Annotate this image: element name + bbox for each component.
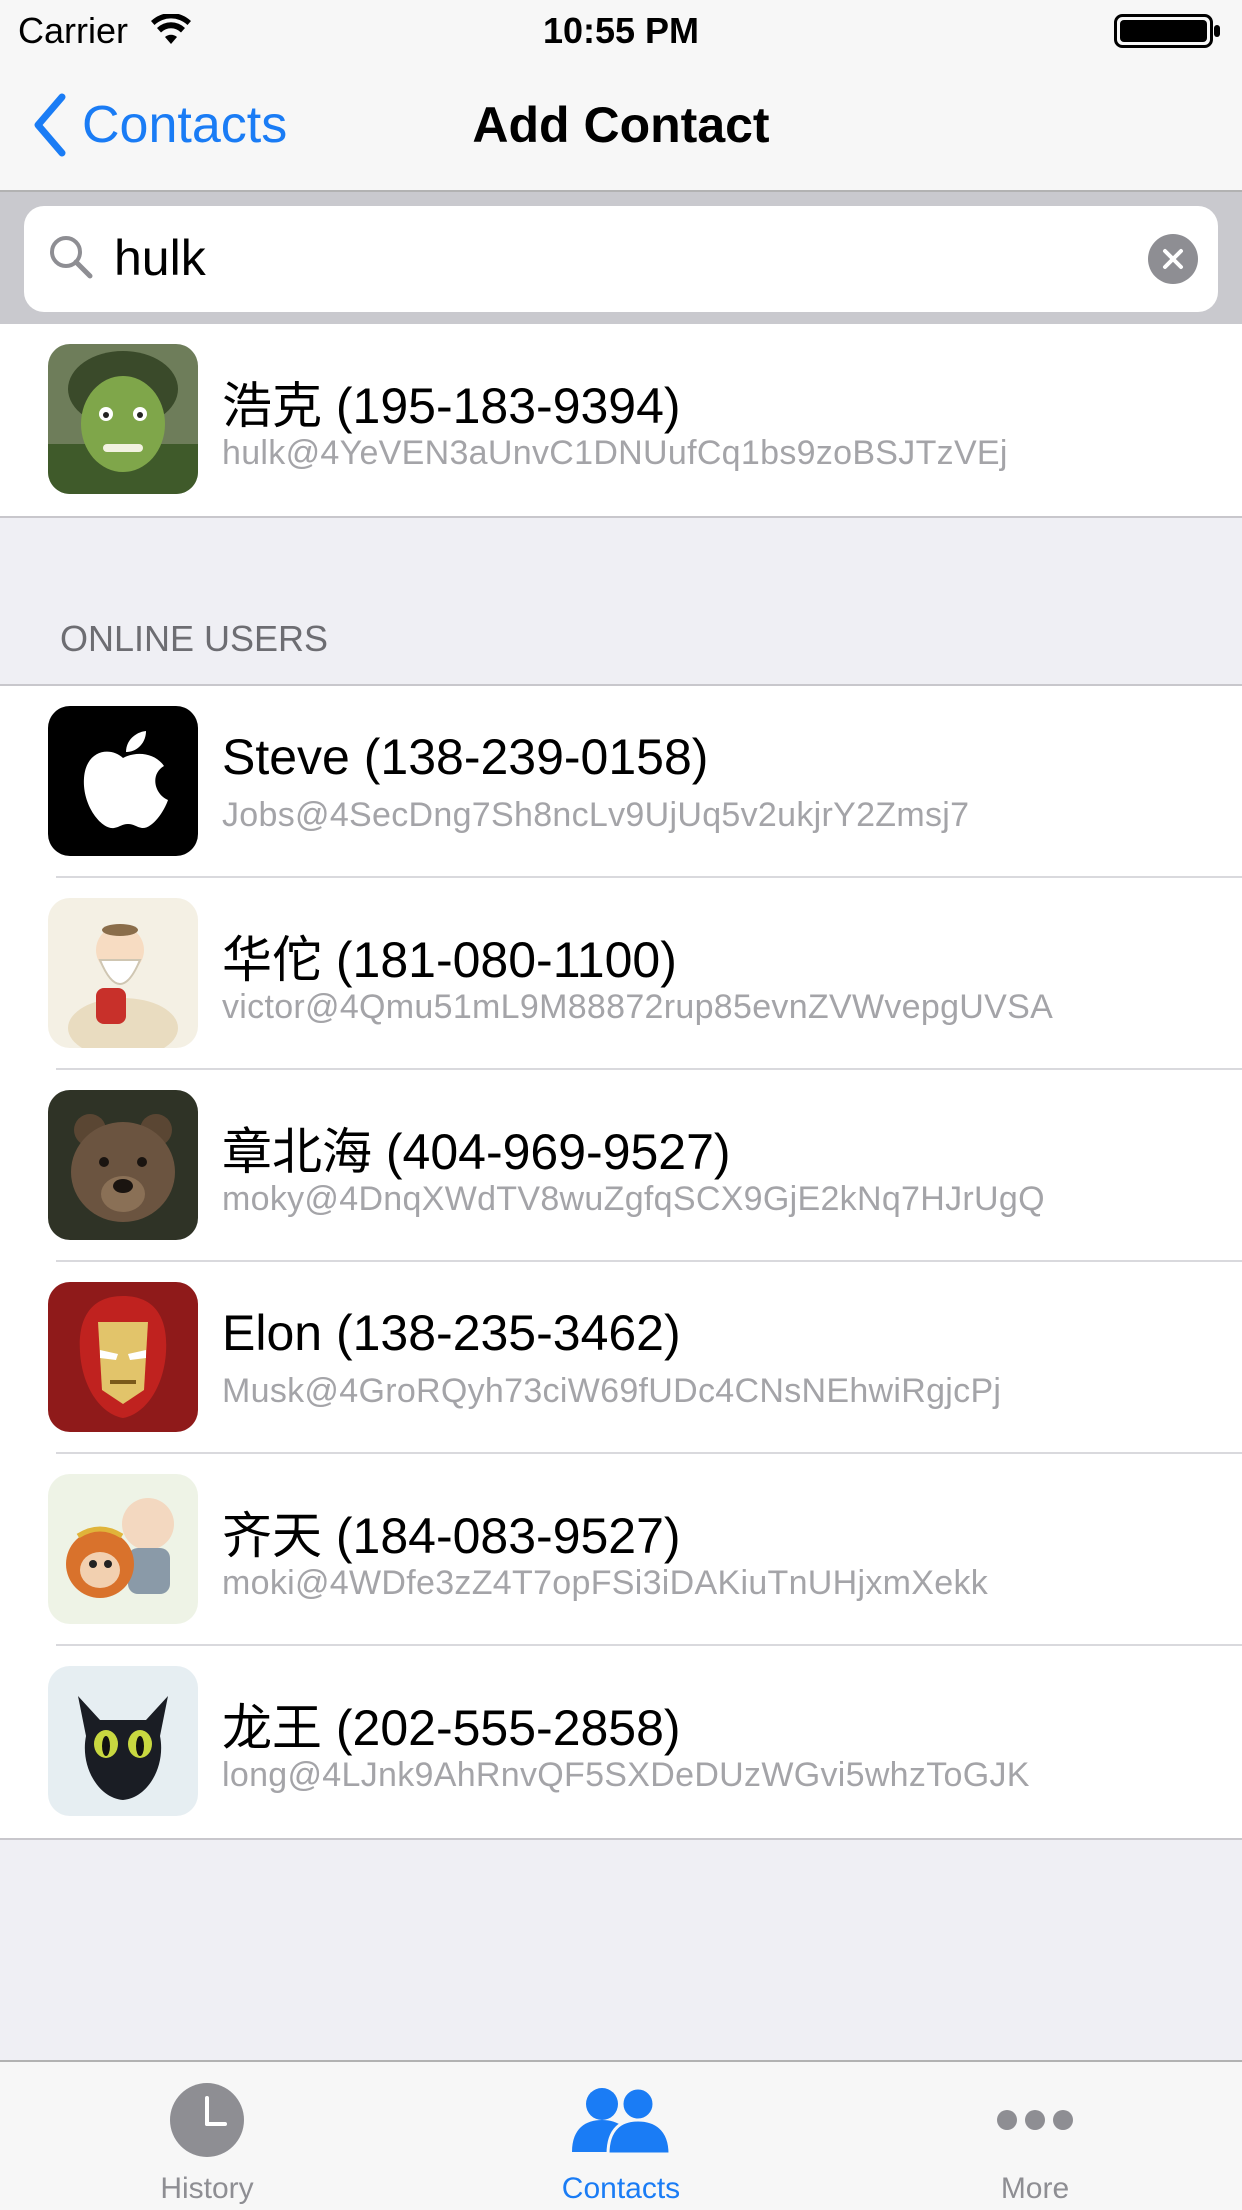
- contact-row[interactable]: 龙王 (202-555-2858) long@4LJnk9AhRnvQF5SXD…: [0, 1646, 1242, 1838]
- contact-id: Musk@4GroRQyh73ciW69fUDc4CNsNEhwiRgjcPj: [222, 1372, 1002, 1410]
- old-man-avatar: [48, 898, 198, 1048]
- tab-history[interactable]: History: [0, 2062, 414, 2210]
- contact-row[interactable]: 章北海 (404-969-9527) moky@4DnqXWdTV8wuZgfq…: [0, 1070, 1242, 1262]
- contact-id: victor@4Qmu51mL9M88872rup85evnZVWvepgUVS…: [222, 988, 1054, 1026]
- contact-row[interactable]: Elon (138-235-3462) Musk@4GroRQyh73ciW69…: [0, 1262, 1242, 1454]
- status-bar: Carrier 10:55 PM: [0, 0, 1242, 60]
- contacts-icon: [414, 2080, 828, 2160]
- tab-bar: History Contacts More: [0, 2060, 1242, 2210]
- contact-name: Elon (138-235-3462): [222, 1305, 681, 1361]
- online-users-list: Steve (138-239-0158) Jobs@4SecDng7Sh8ncL…: [0, 684, 1242, 1840]
- contact-id: long@4LJnk9AhRnvQF5SXDeDUzWGvi5whzToGJK: [222, 1756, 1030, 1794]
- page-title: Add Contact: [472, 97, 770, 153]
- contact-row[interactable]: Steve (138-239-0158) Jobs@4SecDng7Sh8ncL…: [0, 686, 1242, 878]
- contact-row[interactable]: 齐天 (184-083-9527) moki@4WDfe3zZ4T7opFSi3…: [0, 1454, 1242, 1646]
- tab-contacts[interactable]: Contacts: [414, 2062, 828, 2210]
- contact-id: moki@4WDfe3zZ4T7opFSi3iDAKiuTnUHjxmXekk: [222, 1564, 989, 1602]
- contact-name: 龙王 (202-555-2858): [222, 1700, 681, 1756]
- contact-name: Steve (138-239-0158): [222, 729, 709, 785]
- contact-name: 齐天 (184-083-9527): [222, 1508, 681, 1564]
- search-bar: hulk: [0, 192, 1242, 324]
- tab-label: History: [160, 2172, 254, 2205]
- hulk-avatar: [48, 344, 198, 494]
- clear-search-button[interactable]: [1148, 234, 1198, 284]
- bear-avatar: [48, 1090, 198, 1240]
- monkey-king-avatar: [48, 1474, 198, 1624]
- clock-icon: [0, 2080, 414, 2160]
- contact-name: 华佗 (181-080-1100): [222, 932, 677, 988]
- contact-name: 章北海 (404-969-9527): [222, 1124, 731, 1180]
- more-icon: [828, 2080, 1242, 2160]
- search-field[interactable]: hulk: [24, 206, 1218, 312]
- contact-name: 浩克 (195-183-9394): [222, 378, 681, 434]
- contact-id: Jobs@4SecDng7Sh8ncLv9UjUq5v2ukjrY2Zmsj7: [222, 796, 970, 834]
- status-time: 10:55 PM: [542, 10, 700, 51]
- battery-icon: [1114, 14, 1224, 48]
- contact-row[interactable]: 华佗 (181-080-1100) victor@4Qmu51mL9M88872…: [0, 878, 1242, 1070]
- dragon-avatar: [48, 1666, 198, 1816]
- search-results-list: 浩克 (195-183-9394) hulk@4YeVEN3aUnvC1DNUu…: [0, 324, 1242, 518]
- navigation-bar: Contacts Add Contact: [0, 60, 1242, 192]
- contact-id: moky@4DnqXWdTV8wuZgfqSCX9GjE2kNq7HJrUgQ: [222, 1180, 1045, 1218]
- tab-label: Contacts: [561, 2172, 681, 2205]
- tab-more[interactable]: More: [828, 2062, 1242, 2210]
- section-header: ONLINE USERS: [60, 618, 329, 659]
- contact-row[interactable]: 浩克 (195-183-9394) hulk@4YeVEN3aUnvC1DNUu…: [0, 324, 1242, 516]
- apple-logo-avatar: [48, 706, 198, 856]
- search-input[interactable]: hulk: [114, 226, 206, 290]
- iron-man-avatar: [48, 1282, 198, 1432]
- contact-id: hulk@4YeVEN3aUnvC1DNUufCq1bs9zoBSJTzVEj: [222, 434, 1008, 472]
- search-icon: [46, 232, 96, 287]
- tab-label: More: [1000, 2172, 1070, 2205]
- close-icon: [1163, 249, 1183, 269]
